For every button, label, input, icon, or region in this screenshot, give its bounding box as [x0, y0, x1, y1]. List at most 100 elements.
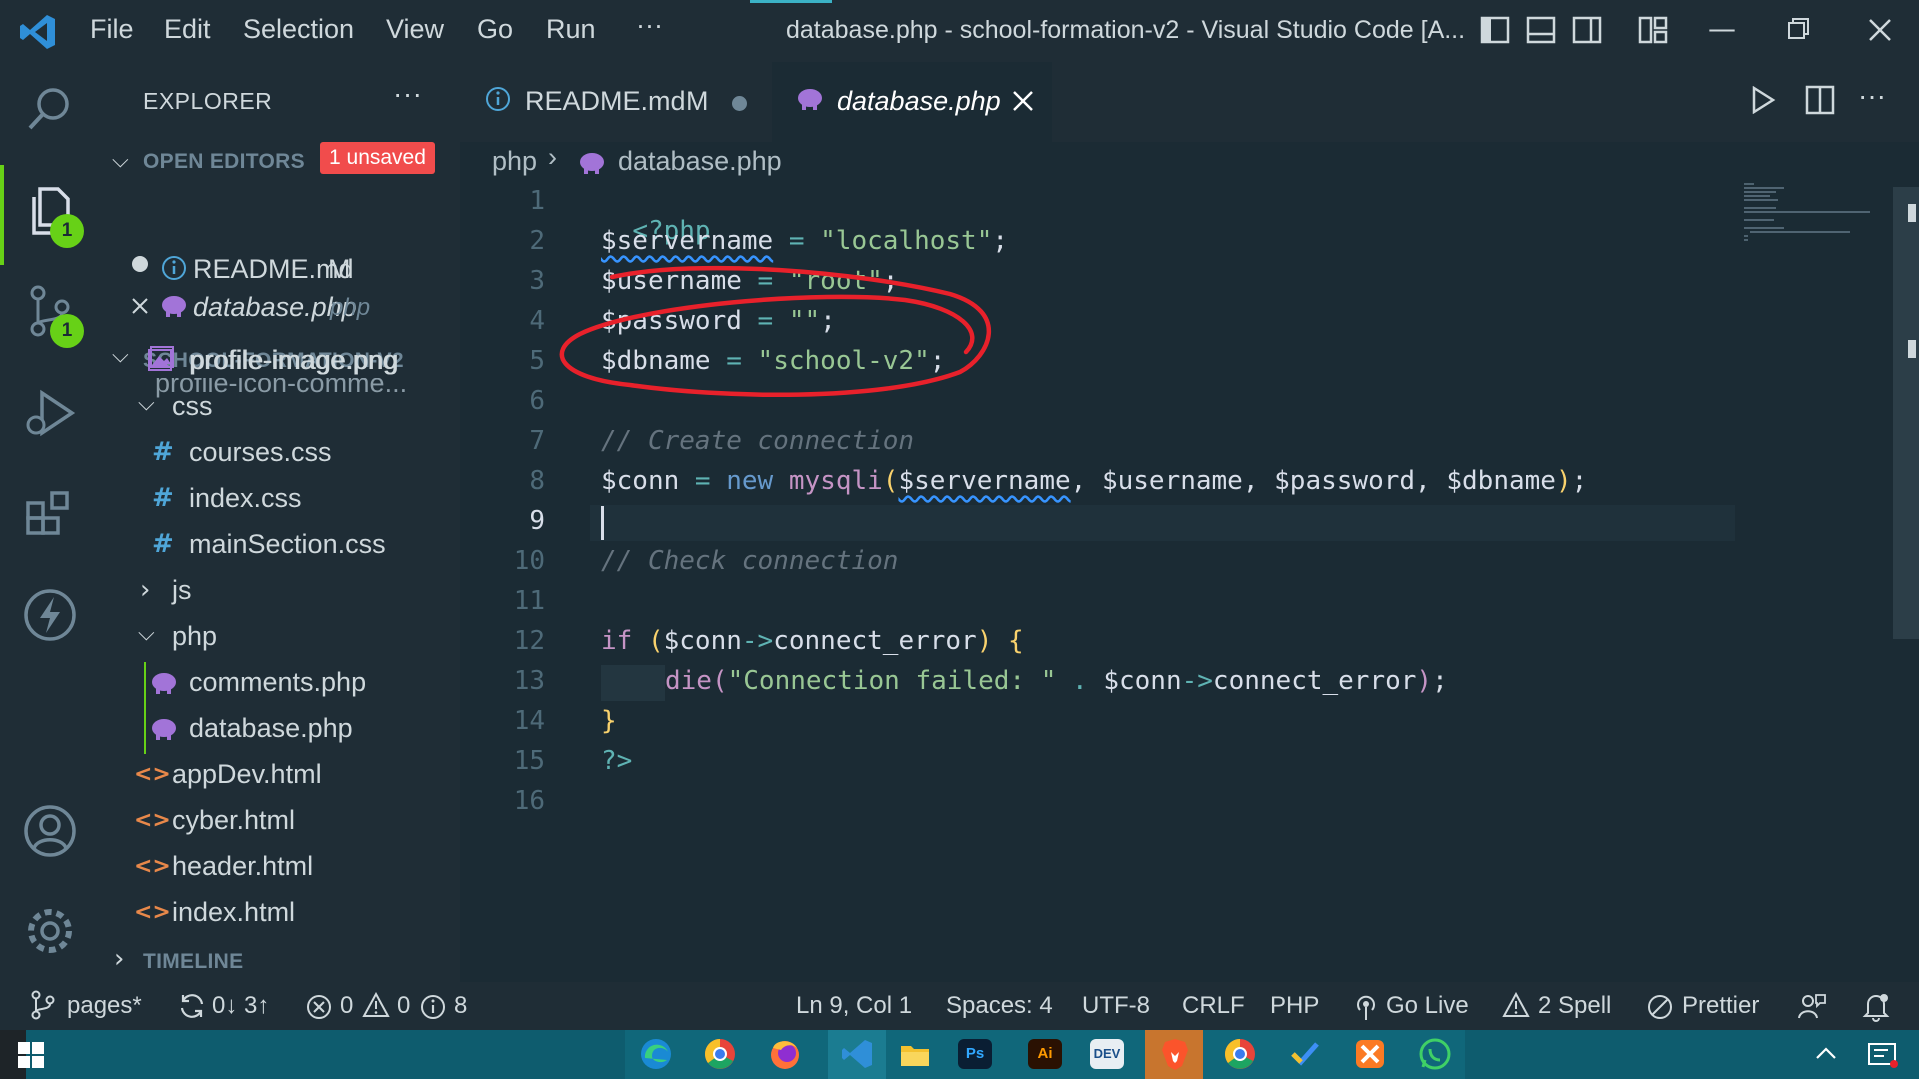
minimap[interactable] — [1740, 180, 1890, 250]
menu-run[interactable]: Run — [546, 14, 596, 45]
explorer-more-button[interactable]: ··· — [393, 78, 422, 110]
notification-center-icon[interactable] — [1866, 1040, 1900, 1070]
tree-item-profile-image[interactable]: profile-image.png — [189, 345, 398, 376]
status-encoding[interactable]: UTF-8 — [1082, 992, 1150, 1020]
comma: , — [1242, 466, 1275, 496]
tree-item-appdev-html[interactable]: appDev.html — [172, 759, 322, 790]
line-number: 8 — [529, 466, 545, 496]
open-editor-database-folder: php — [330, 294, 371, 321]
vscode-icon[interactable] — [837, 1034, 877, 1074]
class-mysqli: mysqli — [773, 466, 883, 496]
string-literal: "Connection failed: " — [727, 666, 1057, 696]
chevron-down-icon[interactable]: ⌵ — [138, 621, 155, 646]
chevron-right-icon[interactable]: › — [114, 944, 124, 974]
toggle-secondary-sidebar-icon[interactable] — [1571, 14, 1603, 46]
status-errors[interactable]: 0 — [340, 992, 353, 1020]
unsaved-dot-icon[interactable] — [132, 256, 148, 272]
status-language[interactable]: PHP — [1270, 992, 1319, 1020]
todo-icon[interactable] — [1285, 1034, 1325, 1074]
photoshop-icon[interactable]: Ps — [958, 1039, 992, 1069]
run-file-icon[interactable] — [1750, 86, 1776, 114]
status-cursor-position[interactable]: Ln 9, Col 1 — [796, 992, 912, 1020]
close-editor-icon[interactable] — [131, 297, 149, 315]
chrome-icon[interactable] — [700, 1034, 740, 1074]
run-debug-icon[interactable] — [22, 385, 78, 441]
status-infos[interactable]: 8 — [454, 992, 467, 1020]
code-line-5: $dbname = "school-v2"; — [601, 346, 945, 376]
status-go-live[interactable]: Go Live — [1386, 992, 1469, 1020]
show-hidden-icons-chevron-icon[interactable] — [1815, 1044, 1837, 1062]
toggle-primary-sidebar-icon[interactable] — [1479, 14, 1511, 46]
line-number: 11 — [513, 586, 545, 616]
assign-op: = — [741, 266, 789, 296]
tree-item-cyber-html[interactable]: cyber.html — [172, 805, 295, 836]
restore-button[interactable] — [1786, 16, 1812, 42]
unsaved-dot-icon[interactable] — [732, 96, 747, 111]
paren: ) — [976, 626, 993, 656]
status-indentation[interactable]: Spaces: 4 — [946, 992, 1053, 1020]
close-window-button[interactable] — [1866, 16, 1894, 44]
feedback-icon[interactable] — [1797, 992, 1827, 1020]
tree-folder-js[interactable]: js — [172, 575, 192, 606]
edge-icon[interactable] — [636, 1034, 676, 1074]
accounts-icon[interactable] — [22, 803, 78, 859]
customize-layout-icon[interactable] — [1637, 14, 1669, 46]
vertical-scrollbar[interactable] — [1893, 187, 1919, 639]
breadcrumb-file[interactable]: database.php — [618, 146, 782, 177]
tree-folder-css[interactable]: css — [172, 391, 213, 422]
notifications-bell-icon[interactable] — [1862, 992, 1890, 1022]
status-warnings[interactable]: 0 — [397, 992, 410, 1020]
windows-start-icon[interactable] — [18, 1042, 44, 1068]
timeline-section[interactable]: TIMELINE — [143, 950, 243, 974]
tab-database-php[interactable]: database.php — [772, 62, 1052, 142]
tree-item-mainsection-css[interactable]: mainSection.css — [189, 529, 386, 560]
whatsapp-icon[interactable] — [1415, 1034, 1455, 1074]
arrow-op: -> — [1181, 666, 1213, 696]
editor-more-actions[interactable]: ··· — [1858, 80, 1886, 112]
split-editor-icon[interactable] — [1805, 85, 1835, 115]
status-prettier[interactable]: Prettier — [1682, 992, 1759, 1020]
tree-item-header-html[interactable]: header.html — [172, 851, 313, 882]
tree-item-courses-css[interactable]: courses.css — [189, 437, 332, 468]
code-line-12: if ($conn->connect_error) { — [601, 626, 1024, 656]
toggle-panel-icon[interactable] — [1525, 14, 1557, 46]
concat-op: . — [1056, 666, 1104, 696]
close-tab-icon[interactable] — [1012, 90, 1034, 112]
tree-folder-php[interactable]: php — [172, 621, 217, 652]
minimize-button[interactable]: — — [1708, 12, 1736, 45]
chevron-down-icon[interactable]: ⌵ — [112, 148, 129, 173]
tab-readme[interactable]: README.md M — [460, 62, 772, 142]
menu-view[interactable]: View — [386, 14, 444, 45]
devcx-icon[interactable]: DEV — [1090, 1039, 1124, 1069]
tree-item-index-css[interactable]: index.css — [189, 483, 302, 514]
firefox-icon[interactable] — [765, 1034, 805, 1074]
chrome-profile-icon[interactable] — [1220, 1034, 1260, 1074]
extensions-icon[interactable] — [22, 485, 78, 541]
chevron-right-icon[interactable]: › — [140, 575, 150, 605]
open-editors-section[interactable]: OPEN EDITORS — [143, 150, 305, 174]
tree-item-comments-php[interactable]: comments.php — [189, 667, 366, 698]
menu-selection[interactable]: Selection — [243, 14, 354, 45]
menu-file[interactable]: File — [90, 14, 134, 45]
thunder-client-icon[interactable] — [22, 587, 78, 643]
tree-item-database-php[interactable]: database.php — [189, 713, 353, 744]
file-explorer-icon[interactable] — [895, 1034, 935, 1074]
status-eol[interactable]: CRLF — [1182, 992, 1245, 1020]
menu-go[interactable]: Go — [477, 14, 513, 45]
chevron-down-icon[interactable]: ⌵ — [112, 343, 129, 368]
search-icon[interactable] — [22, 80, 78, 136]
info-icon — [421, 995, 445, 1019]
status-spell[interactable]: 2 Spell — [1538, 992, 1611, 1020]
settings-gear-icon[interactable] — [22, 903, 78, 959]
chevron-down-icon[interactable]: ⌵ — [138, 391, 155, 416]
xampp-icon[interactable] — [1350, 1034, 1390, 1074]
comment: // Check connection — [601, 546, 899, 576]
brave-icon[interactable] — [1155, 1034, 1195, 1074]
menu-edit[interactable]: Edit — [164, 14, 211, 45]
status-sync[interactable]: 0↓ 3↑ — [212, 992, 269, 1020]
illustrator-icon[interactable]: Ai — [1028, 1039, 1062, 1069]
status-branch[interactable]: pages* — [67, 992, 142, 1020]
menu-more[interactable]: ··· — [636, 10, 663, 41]
breadcrumb-folder[interactable]: php — [492, 146, 537, 177]
tree-item-index-html[interactable]: index.html — [172, 897, 295, 928]
